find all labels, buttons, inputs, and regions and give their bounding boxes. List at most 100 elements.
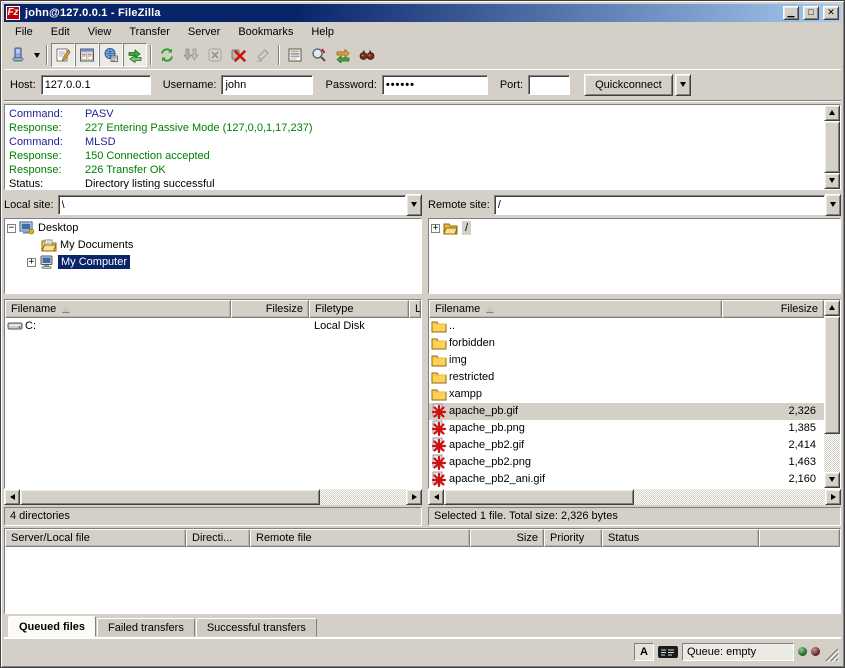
column-last-modified[interactable]: L — [409, 300, 421, 318]
toggle-queue-button[interactable] — [123, 43, 147, 67]
tree-item-root[interactable]: + / — [431, 220, 838, 237]
minimize-button[interactable]: ▁ — [783, 6, 799, 20]
scroll-thumb[interactable] — [20, 489, 320, 505]
find-files-button[interactable] — [355, 43, 379, 67]
column-status[interactable]: Status — [602, 529, 759, 547]
local-site-input[interactable] — [58, 195, 406, 215]
tree-label-selected: My Computer — [58, 255, 130, 269]
scroll-left-button[interactable] — [4, 489, 20, 505]
quickconnect-dropdown[interactable] — [675, 74, 691, 96]
column-filesize[interactable]: Filesize — [231, 300, 309, 318]
scroll-up-button[interactable] — [824, 300, 840, 316]
column-server-local-file[interactable]: Server/Local file — [5, 529, 186, 547]
menu-file[interactable]: File — [6, 24, 42, 40]
scroll-down-button[interactable] — [824, 173, 840, 189]
scroll-thumb[interactable] — [444, 489, 634, 505]
host-input[interactable] — [41, 75, 151, 95]
tab-queued-files[interactable]: Queued files — [8, 616, 96, 637]
column-size[interactable]: Size — [470, 529, 544, 547]
local-site-dropdown[interactable] — [406, 194, 422, 216]
queue-body[interactable] — [5, 547, 840, 613]
my-documents-icon — [41, 237, 57, 253]
remote-row-file[interactable]: apache_pb.png 1,385 — [429, 420, 824, 437]
site-manager-button[interactable] — [6, 43, 30, 67]
menu-server[interactable]: Server — [179, 24, 229, 40]
password-input[interactable] — [382, 75, 488, 95]
disconnect-button[interactable] — [227, 43, 251, 67]
tree-item-my-documents[interactable]: My Documents — [7, 237, 419, 254]
expand-icon[interactable]: + — [27, 258, 36, 267]
synchronized-browsing-button[interactable] — [331, 43, 355, 67]
quickconnect-button[interactable]: Quickconnect — [584, 74, 673, 96]
queue-status: Queue: empty — [682, 643, 794, 661]
scroll-right-button[interactable] — [406, 489, 422, 505]
menu-transfer[interactable]: Transfer — [120, 24, 179, 40]
filename: apache_pb2_ani.gif — [449, 473, 545, 485]
column-remote-file[interactable]: Remote file — [250, 529, 470, 547]
remote-row-file[interactable]: apache_pb2.gif 2,414 — [429, 437, 824, 454]
expand-icon[interactable]: + — [431, 224, 440, 233]
toggle-local-treeview-button[interactable] — [75, 43, 99, 67]
filename: apache_pb.gif — [449, 405, 518, 417]
column-filetype[interactable]: Filetype — [309, 300, 409, 318]
maximize-button[interactable]: □ — [803, 6, 819, 20]
reconnect-button[interactable] — [251, 43, 275, 67]
scroll-down-button[interactable] — [824, 472, 840, 488]
toggle-message-log-button[interactable] — [51, 43, 75, 67]
remote-row-dir[interactable]: restricted — [429, 369, 824, 386]
column-filename[interactable]: Filename — [5, 300, 231, 318]
scroll-up-button[interactable] — [824, 105, 840, 121]
folder-icon — [431, 318, 447, 334]
tab-failed-transfers[interactable]: Failed transfers — [97, 618, 195, 637]
chevron-down-icon — [830, 202, 836, 207]
titlebar[interactable]: Fz john@127.0.0.1 - FileZilla ▁ □ ✕ — [4, 4, 841, 22]
column-filename[interactable]: Filename — [429, 300, 722, 318]
remote-row-file[interactable]: apache_pb2_ani.gif 2,160 — [429, 471, 824, 488]
column-direction[interactable]: Directi... — [186, 529, 250, 547]
site-manager-dropdown[interactable] — [30, 44, 43, 66]
remote-row-dir[interactable]: img — [429, 352, 824, 369]
log-scrollbar[interactable] — [824, 105, 840, 189]
remote-row-dir[interactable]: forbidden — [429, 335, 824, 352]
menu-edit[interactable]: Edit — [42, 24, 79, 40]
remote-vscrollbar[interactable] — [824, 300, 840, 488]
dirname: restricted — [449, 371, 494, 383]
menu-view[interactable]: View — [79, 24, 121, 40]
port-input[interactable] — [528, 75, 570, 95]
username-input[interactable] — [221, 75, 313, 95]
host-label: Host: — [10, 79, 36, 91]
remote-row-file-selected[interactable]: apache_pb.gif 2,326 — [429, 403, 824, 420]
local-pane: Local site: − Desktop My Documents + — [4, 194, 422, 527]
remote-row-file[interactable]: apache_pb2.png 1,463 — [429, 454, 824, 471]
tree-item-my-computer[interactable]: + My Computer — [7, 254, 419, 271]
remote-row-dir[interactable]: .. — [429, 318, 824, 335]
scroll-thumb[interactable] — [824, 316, 840, 434]
refresh-button[interactable] — [155, 43, 179, 67]
tab-successful-transfers[interactable]: Successful transfers — [196, 618, 317, 637]
menu-bookmarks[interactable]: Bookmarks — [229, 24, 302, 40]
resize-grip[interactable] — [824, 647, 839, 662]
log-text: MLSD — [85, 135, 116, 149]
remote-row-dir[interactable]: xampp — [429, 386, 824, 403]
tree-item-desktop[interactable]: − Desktop — [7, 220, 419, 237]
scroll-right-button[interactable] — [825, 489, 841, 505]
remote-hscrollbar[interactable] — [428, 489, 841, 505]
collapse-icon[interactable]: − — [7, 224, 16, 233]
directory-comparison-button[interactable] — [283, 43, 307, 67]
menu-help[interactable]: Help — [302, 24, 343, 40]
find-files-icon — [359, 47, 375, 63]
remote-site-dropdown[interactable] — [825, 194, 841, 216]
column-filesize[interactable]: Filesize — [722, 300, 824, 318]
process-queue-button[interactable] — [179, 43, 203, 67]
close-button[interactable]: ✕ — [823, 6, 839, 20]
local-row-c-drive[interactable]: C: Local Disk — [5, 318, 421, 335]
queue-tabs: Queued files Failed transfers Successful… — [4, 614, 841, 638]
toggle-remote-treeview-button[interactable] — [99, 43, 123, 67]
filename-filters-button[interactable] — [307, 43, 331, 67]
remote-site-input[interactable] — [494, 195, 825, 215]
scroll-thumb[interactable] — [824, 121, 840, 173]
local-hscrollbar[interactable] — [4, 489, 422, 505]
column-priority[interactable]: Priority — [544, 529, 602, 547]
cancel-operation-button[interactable] — [203, 43, 227, 67]
scroll-left-button[interactable] — [428, 489, 444, 505]
